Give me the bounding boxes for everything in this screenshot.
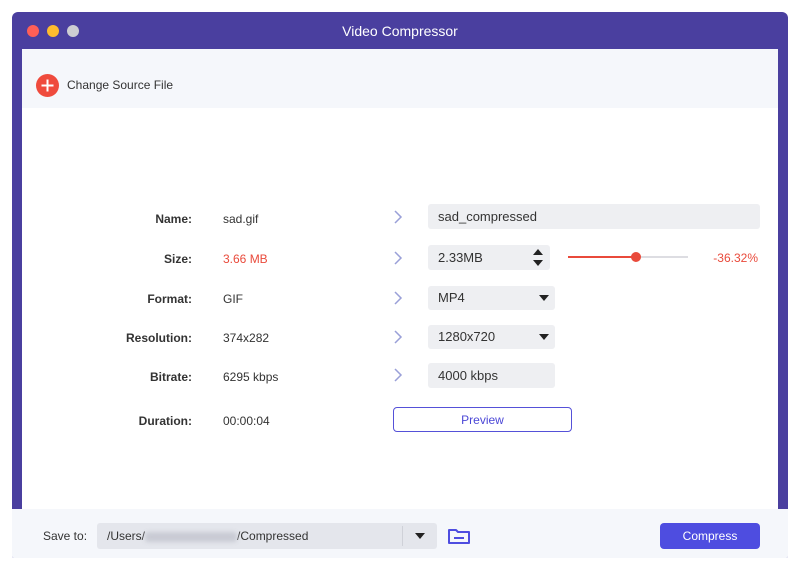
add-source-button[interactable] [36, 74, 59, 97]
save-path-input[interactable]: /Users/ /Compressed [97, 523, 437, 549]
chevron-right-icon [394, 210, 403, 224]
bitrate-label: Bitrate: [149, 370, 192, 384]
preview-button[interactable]: Preview [393, 407, 572, 432]
compress-button[interactable]: Compress [660, 523, 760, 549]
chevron-down-icon [539, 295, 549, 301]
chevron-right-icon [394, 368, 403, 382]
name-label: Name: [155, 212, 192, 226]
toolbar: Change Source File [22, 49, 778, 108]
size-label: Size: [163, 252, 192, 266]
app-window: Video Compressor Change Source File Name… [12, 12, 788, 558]
save-path-suffix: /Compressed [237, 529, 309, 543]
chevron-right-icon [394, 251, 403, 265]
resolution-label: Resolution: [126, 331, 192, 345]
source-format-value: GIF [223, 292, 243, 306]
change-source-file-link[interactable]: Change Source File [67, 78, 173, 92]
format-label: Format: [147, 292, 192, 306]
duration-label: Duration: [138, 414, 192, 428]
format-select[interactable]: MP4 [428, 286, 555, 310]
footer-bar: Save to: /Users/ /Compressed Compress [12, 509, 788, 558]
save-to-label: Save to: [43, 529, 88, 543]
chevron-down-icon[interactable] [415, 533, 425, 539]
output-name-input[interactable]: sad_compressed [428, 204, 760, 229]
size-slider[interactable] [568, 252, 688, 262]
resolution-select-value: 1280x720 [438, 329, 496, 344]
size-slider-fill [568, 256, 637, 258]
title-bar: Video Compressor [12, 12, 788, 49]
bitrate-input[interactable]: 4000 kbps [428, 363, 555, 388]
source-resolution-value: 374x282 [223, 331, 270, 345]
redacted-username [145, 531, 238, 542]
folder-icon[interactable] [448, 527, 470, 545]
plus-icon [41, 79, 54, 92]
resolution-select[interactable]: 1280x720 [428, 325, 555, 349]
source-size-value: 3.66 MB [223, 252, 268, 266]
format-select-value: MP4 [438, 290, 465, 305]
size-stepper-icon[interactable] [532, 247, 544, 268]
size-reduction-percent: -36.32% [713, 251, 758, 265]
source-bitrate-value: 6295 kbps [223, 370, 279, 384]
compressor-settings: Name: sad.gif sad_compressed Size: 3.66 … [22, 108, 778, 509]
window-title: Video Compressor [342, 23, 458, 39]
output-size-input[interactable]: 2.33MB [428, 245, 550, 270]
size-slider-thumb[interactable] [631, 252, 642, 262]
chevron-right-icon [394, 291, 403, 305]
output-size-value: 2.33MB [438, 250, 483, 265]
save-path-prefix: /Users/ [107, 529, 146, 543]
path-divider [402, 526, 403, 546]
source-name-value: sad.gif [223, 212, 259, 226]
chevron-right-icon [394, 330, 403, 344]
source-duration-value: 00:00:04 [223, 414, 270, 428]
chevron-down-icon [539, 334, 549, 340]
